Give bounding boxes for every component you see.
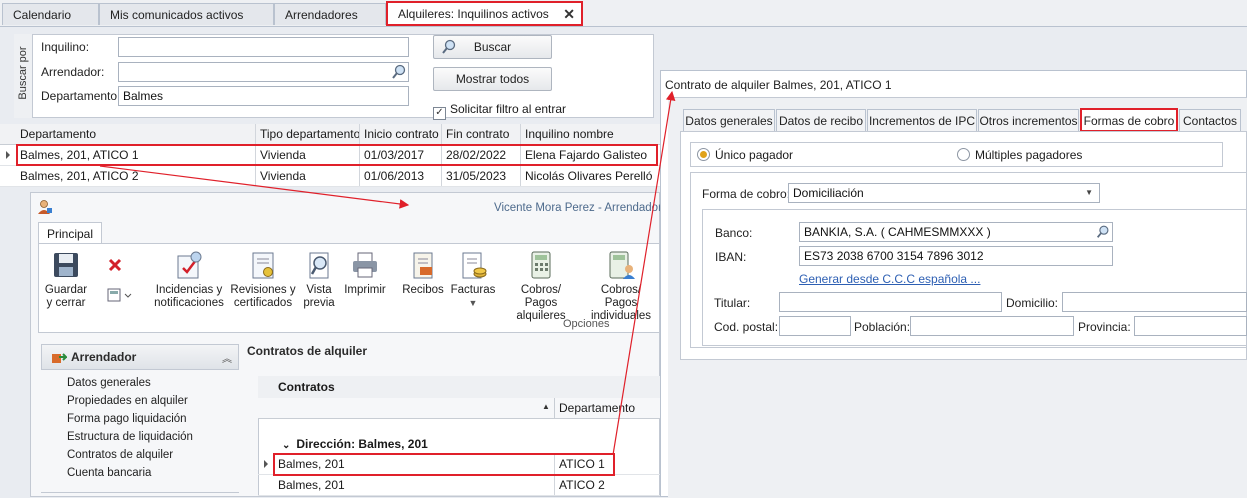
annotation-arrows <box>99 90 676 456</box>
